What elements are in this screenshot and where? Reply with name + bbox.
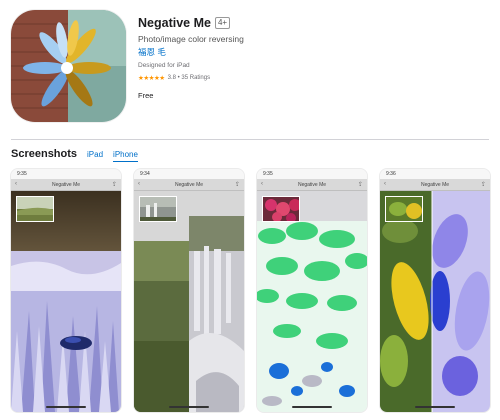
- section-divider: [11, 139, 489, 140]
- designed-for-label: Designed for iPad: [138, 62, 190, 69]
- price-label: Free: [138, 91, 154, 100]
- screenshot-2[interactable]: 9:34 ‹ Negative Me ⇪: [134, 169, 244, 412]
- original-thumbnail: [139, 196, 177, 222]
- status-time: 9:35: [17, 171, 27, 177]
- age-rating-badge: 4+: [214, 17, 231, 29]
- status-bar: 9:35: [257, 169, 367, 179]
- screenshot-1[interactable]: 9:35 ‹ Negative Me ⇪: [11, 169, 121, 412]
- status-bar: 9:36: [380, 169, 490, 179]
- screenshots-gallery[interactable]: 9:35 ‹ Negative Me ⇪ 9:34 ‹ Negative Me …: [11, 169, 491, 412]
- screenshot-3[interactable]: 9:35 ‹ Negative Me ⇪: [257, 169, 367, 412]
- status-time: 9:36: [386, 171, 396, 177]
- chevron-left-icon: ‹: [384, 181, 386, 187]
- nav-title: Negative Me: [174, 181, 204, 188]
- screenshot-image: [380, 191, 490, 412]
- screenshot-image: [134, 191, 244, 412]
- tab-iphone[interactable]: iPhone: [113, 150, 138, 162]
- title-row: Negative Me 4+: [138, 16, 478, 30]
- nav-title: Negative Me: [420, 181, 450, 188]
- screenshot-4[interactable]: 9:36 ‹ Negative Me ⇪: [380, 169, 490, 412]
- nav-title: Negative Me: [297, 181, 327, 188]
- developer-link[interactable]: 福恩 毛: [138, 46, 478, 58]
- share-icon: ⇪: [480, 182, 486, 188]
- app-subtitle: Photo/image color reversing: [138, 34, 244, 44]
- nav-bar: ‹ Negative Me ⇪: [134, 179, 244, 191]
- app-header: Negative Me 4+ Photo/image color reversi…: [11, 10, 491, 125]
- status-bar: 9:35: [11, 169, 121, 179]
- star-rating-icon: ★★★★★: [138, 75, 165, 82]
- status-time: 9:35: [263, 171, 273, 177]
- share-icon: ⇪: [234, 182, 240, 188]
- app-icon[interactable]: [11, 10, 126, 122]
- rating-row: ★★★★★ 3.8 • 35 Ratings: [138, 74, 478, 82]
- chevron-left-icon: ‹: [261, 181, 263, 187]
- screenshot-image: [257, 191, 367, 412]
- nav-bar: ‹ Negative Me ⇪: [11, 179, 121, 191]
- nav-bar: ‹ Negative Me ⇪: [257, 179, 367, 191]
- chevron-left-icon: ‹: [138, 181, 140, 187]
- home-indicator: [292, 406, 332, 408]
- original-thumbnail: [262, 196, 300, 222]
- app-title: Negative Me: [138, 16, 211, 30]
- nav-title: Negative Me: [51, 181, 81, 188]
- app-meta: Negative Me 4+ Photo/image color reversi…: [138, 16, 478, 100]
- status-bar: 9:34: [134, 169, 244, 179]
- screenshots-title: Screenshots: [11, 148, 78, 160]
- home-indicator: [46, 406, 86, 408]
- share-icon: ⇪: [357, 182, 363, 188]
- home-indicator: [169, 406, 209, 408]
- status-time: 9:34: [140, 171, 150, 177]
- rating-text[interactable]: 3.8 • 35 Ratings: [168, 75, 210, 81]
- nav-bar: ‹ Negative Me ⇪: [380, 179, 490, 191]
- original-thumbnail: [16, 196, 54, 222]
- tab-ipad[interactable]: iPad: [87, 150, 103, 159]
- app-icon-artwork: [11, 10, 126, 122]
- chevron-left-icon: ‹: [15, 181, 17, 187]
- screenshot-image: [11, 191, 121, 412]
- screenshots-header: Screenshots iPad iPhone: [11, 148, 138, 162]
- original-thumbnail: [385, 196, 423, 222]
- share-icon: ⇪: [111, 182, 117, 188]
- home-indicator: [415, 406, 455, 408]
